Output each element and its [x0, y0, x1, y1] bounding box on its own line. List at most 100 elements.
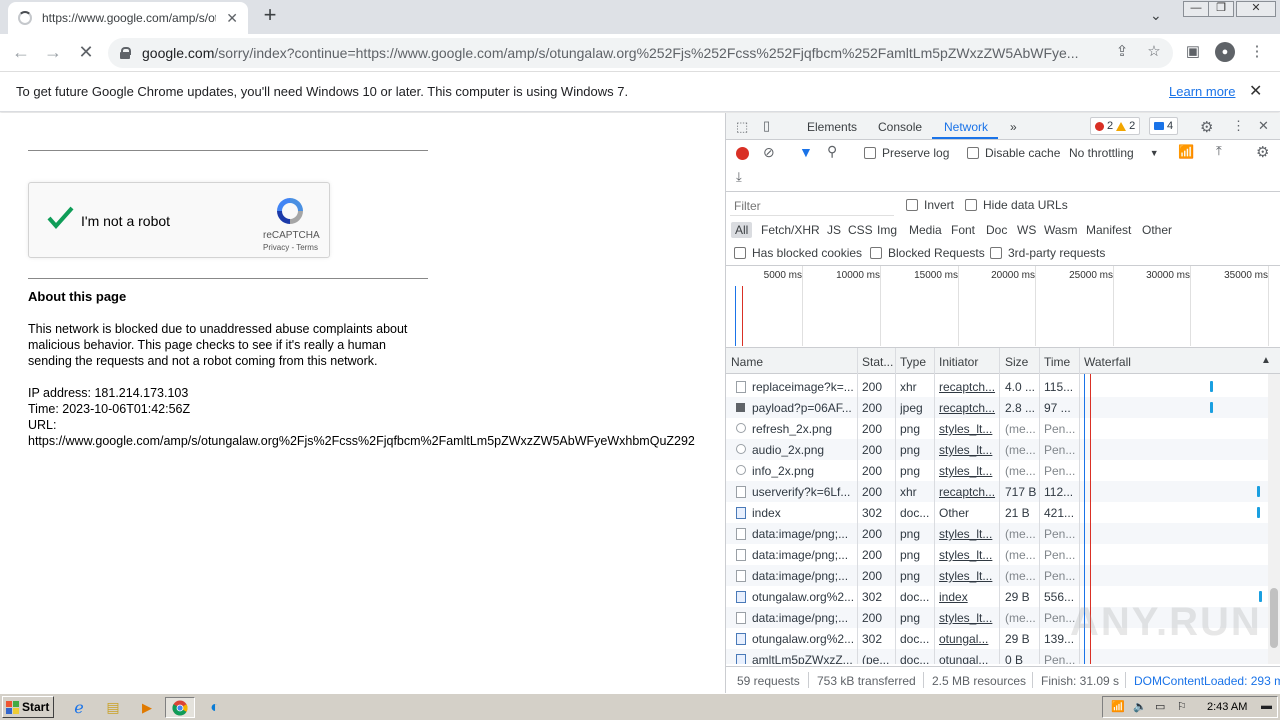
messages-badge[interactable]: 4 [1149, 117, 1179, 135]
request-initiator[interactable]: styles_lt... [939, 611, 997, 625]
column-header-initiator[interactable]: Initiator [939, 355, 978, 369]
learn-more-link[interactable]: Learn more [1169, 84, 1235, 99]
device-toolbar-icon[interactable]: ▯ [763, 118, 770, 134]
blocked-cookies-checkbox[interactable]: Has blocked cookies [734, 246, 862, 260]
search-icon[interactable]: ⚲ [827, 143, 837, 160]
tab-search-icon[interactable]: ⌄ [1150, 7, 1162, 24]
stop-loading-icon[interactable]: ✕ [75, 42, 97, 64]
issues-badge[interactable]: 2 2 [1090, 117, 1141, 135]
table-row[interactable]: userverify?k=6Lf... 200 xhr recaptch... 717 … [726, 481, 1279, 502]
checkbox-box[interactable] [906, 199, 918, 211]
request-initiator[interactable]: recaptch... [939, 401, 997, 415]
back-arrow-icon[interactable]: ← [10, 42, 32, 64]
disable-cache-checkbox[interactable]: Disable cache [967, 146, 1060, 160]
table-row[interactable]: audio_2x.png 200 png styles_lt... (me... Pen.… [726, 439, 1279, 460]
table-row[interactable]: data:image/png;... 200 png styles_lt... (me.… [726, 544, 1279, 565]
side-panel-icon[interactable]: ▣ [1183, 42, 1203, 62]
preserve-log-checkbox[interactable]: Preserve log [864, 146, 949, 160]
table-row[interactable]: payload?p=06AF... 200 jpeg recaptch... 2.8 .… [726, 397, 1279, 418]
menu-kebab-icon[interactable]: ⋮ [1247, 42, 1267, 62]
third-party-checkbox[interactable]: 3rd-party requests [990, 246, 1105, 260]
share-icon[interactable]: ⇪ [1112, 42, 1132, 62]
infobar-close-button[interactable]: ✕ [1249, 81, 1262, 101]
filter-type-img[interactable]: Img [877, 223, 897, 237]
address-bar[interactable]: google.com/sorry/index?continue=https://… [108, 38, 1173, 68]
table-row[interactable]: data:image/png;... 200 png styles_lt... (me.… [726, 523, 1279, 544]
filter-type-font[interactable]: Font [951, 223, 975, 237]
request-initiator[interactable]: styles_lt... [939, 422, 997, 436]
network-overview-timeline[interactable]: 5000 ms 10000 ms 15000 ms 20000 ms 25000… [726, 266, 1280, 348]
filter-type-other[interactable]: Other [1142, 223, 1172, 237]
column-header-name[interactable]: Name [731, 355, 763, 369]
blocked-requests-checkbox[interactable]: Blocked Requests [870, 246, 985, 260]
network-conditions-icon[interactable]: 📶 [1178, 144, 1194, 160]
devtools-menu-icon[interactable]: ⋮ [1232, 118, 1245, 134]
column-separator[interactable] [857, 348, 858, 664]
captcha-privacy-terms[interactable]: Privacy - Terms [263, 243, 318, 252]
checkbox-box[interactable] [965, 199, 977, 211]
request-initiator[interactable]: styles_lt... [939, 443, 997, 457]
settings-gear-icon[interactable]: ⚙ [1200, 118, 1213, 136]
filter-type-css[interactable]: CSS [848, 223, 873, 237]
address-url[interactable]: google.com/sorry/index?continue=https://… [142, 45, 1097, 61]
hide-data-urls-checkbox[interactable]: Hide data URLs [965, 198, 1068, 212]
column-header-status[interactable]: Stat... [862, 355, 893, 369]
volume-icon[interactable]: 🔈 [1133, 700, 1147, 713]
column-header-time[interactable]: Time [1044, 355, 1070, 369]
checkmark-icon[interactable] [45, 203, 75, 233]
export-har-icon[interactable]: ⤓ [736, 169, 742, 185]
minimize-button[interactable]: — [1183, 1, 1209, 17]
network-settings-gear-icon[interactable]: ⚙ [1256, 143, 1269, 161]
import-har-icon[interactable]: ⤒ [1216, 143, 1222, 159]
tab-console[interactable]: Console [878, 120, 922, 134]
checkbox-box[interactable] [870, 247, 882, 259]
battery-icon[interactable]: ▭ [1155, 700, 1165, 713]
table-row[interactable]: index 302 doc... Other 21 B 421... [726, 502, 1279, 523]
taskbar-clock[interactable]: 2:43 AM [1207, 701, 1247, 713]
record-button-icon[interactable] [736, 147, 749, 160]
table-scrollbar[interactable] [1268, 374, 1280, 664]
action-center-flag-icon[interactable]: ⚐ [1177, 700, 1187, 713]
forward-arrow-icon[interactable]: → [42, 42, 64, 64]
file-explorer-icon[interactable]: ▤ [102, 697, 124, 718]
table-row[interactable]: info_2x.png 200 png styles_lt... (me... Pen..… [726, 460, 1279, 481]
column-header-waterfall[interactable]: Waterfall [1084, 355, 1131, 369]
filter-type-js[interactable]: JS [827, 223, 841, 237]
clear-icon[interactable]: ⊘ [763, 144, 775, 161]
filter-type-fetch-xhr[interactable]: Fetch/XHR [761, 223, 820, 237]
table-row[interactable]: replaceimage?k=... 200 xhr recaptch... 4.0 .… [726, 376, 1279, 397]
bookmark-star-icon[interactable]: ☆ [1144, 42, 1164, 62]
recaptcha-widget[interactable]: I'm not a robot reCAPTCHA Privacy - Term… [28, 182, 330, 258]
throttling-select[interactable]: No throttling ▼ [1069, 146, 1159, 160]
request-initiator[interactable]: recaptch... [939, 380, 997, 394]
column-separator[interactable] [934, 348, 935, 664]
new-tab-button[interactable]: + [258, 4, 282, 28]
devtools-close-icon[interactable]: ✕ [1258, 118, 1269, 134]
window-close-button[interactable]: ✕ [1236, 1, 1276, 17]
edge-icon[interactable]: ◐ [204, 697, 226, 718]
request-initiator[interactable]: styles_lt... [939, 527, 997, 541]
tab-network[interactable]: Network [944, 120, 988, 134]
maximize-button[interactable]: ❐ [1208, 1, 1234, 17]
checkbox-box[interactable] [734, 247, 746, 259]
column-header-type[interactable]: Type [900, 355, 926, 369]
profile-avatar-icon[interactable]: ● [1215, 42, 1235, 62]
browser-tab[interactable]: https://www.google.com/amp/s/otungalaw.o… [8, 2, 248, 34]
filter-type-doc[interactable]: Doc [986, 223, 1007, 237]
media-player-icon[interactable]: ▶ [136, 697, 158, 718]
filter-type-manifest[interactable]: Manifest [1086, 223, 1131, 237]
filter-input[interactable] [730, 196, 894, 216]
lock-icon[interactable] [120, 47, 131, 59]
checkbox-box[interactable] [864, 147, 876, 159]
table-row[interactable]: data:image/png;... 200 png styles_lt... (me.… [726, 565, 1279, 586]
column-separator[interactable] [1039, 348, 1040, 664]
request-initiator[interactable]: index [939, 590, 997, 604]
invert-checkbox[interactable]: Invert [906, 198, 954, 212]
request-initiator[interactable]: styles_lt... [939, 569, 997, 583]
request-initiator[interactable]: otungal... [939, 632, 997, 646]
start-button[interactable]: Start [2, 696, 54, 718]
network-tray-icon[interactable]: 📶 [1111, 700, 1125, 713]
scrollbar-thumb[interactable] [1270, 588, 1278, 648]
internet-explorer-icon[interactable]: ℯ [68, 697, 90, 718]
table-row[interactable]: refresh_2x.png 200 png styles_lt... (me... Pe… [726, 418, 1279, 439]
